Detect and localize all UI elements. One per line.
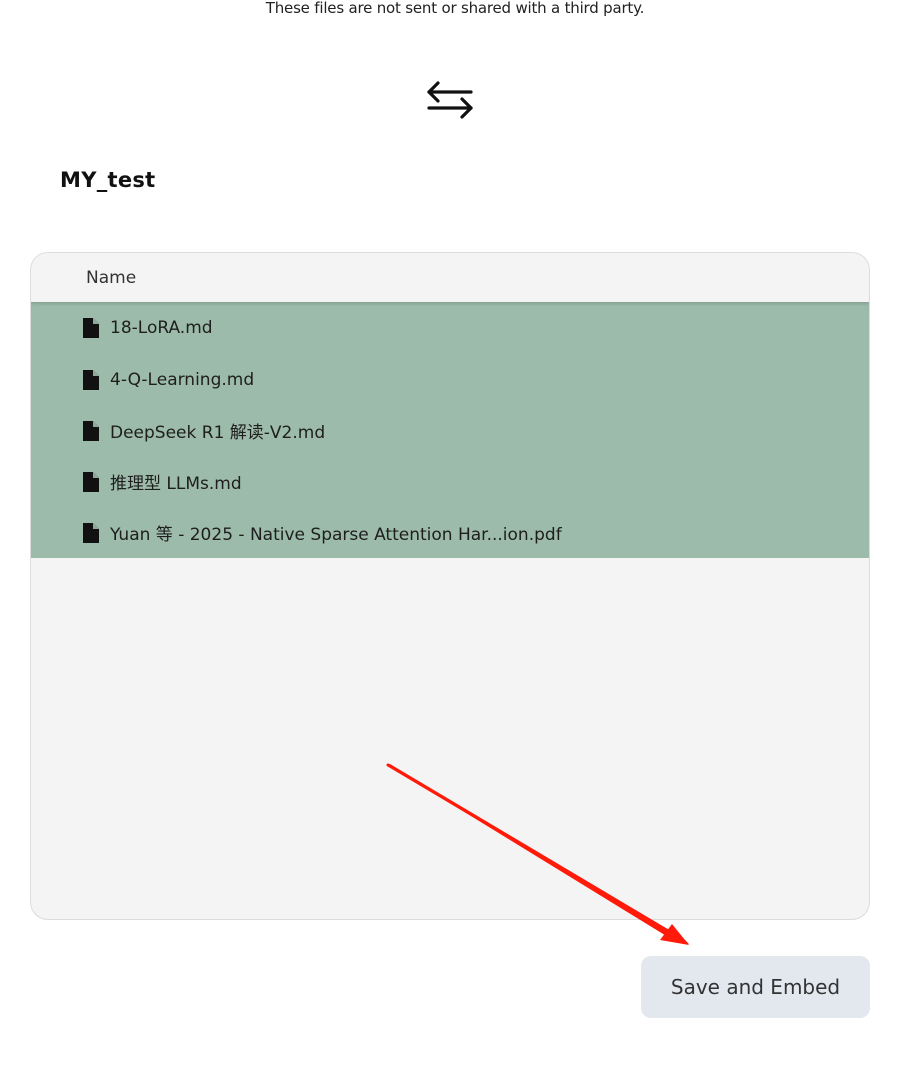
file-row[interactable]: Yuan 等 - 2025 - Native Sparse Attention … (31, 507, 869, 558)
file-name: DeepSeek R1 解读-V2.md (110, 423, 326, 443)
file-name: Yuan 等 - 2025 - Native Sparse Attention … (110, 525, 562, 545)
file-name: 推理型 LLMs.md (110, 474, 242, 494)
file-icon (83, 471, 99, 492)
file-icon (83, 420, 99, 441)
file-icon (83, 369, 99, 390)
file-name: 4-Q-Learning.md (110, 369, 255, 390)
file-row[interactable]: 推理型 LLMs.md (31, 456, 869, 507)
file-row[interactable]: 18-LoRA.md (31, 302, 869, 354)
embed-files-panel: These files are not sent or shared with … (0, 0, 910, 1065)
workspace-file-table: Name 18-LoRA.md 4-Q-Learning.md DeepSeek… (30, 252, 870, 920)
column-header-name: Name (31, 253, 869, 302)
arrows-left-right-icon[interactable] (425, 78, 475, 122)
file-list: 18-LoRA.md 4-Q-Learning.md DeepSeek R1 解… (31, 302, 869, 558)
save-and-embed-button[interactable]: Save and Embed (641, 956, 870, 1018)
file-name: 18-LoRA.md (110, 318, 213, 338)
file-icon (83, 522, 99, 543)
file-row[interactable]: DeepSeek R1 解读-V2.md (31, 405, 869, 456)
folder-title: MY_test (60, 168, 156, 192)
file-icon (83, 318, 99, 338)
privacy-note: These files are not sent or shared with … (265, 0, 645, 17)
file-row[interactable]: 4-Q-Learning.md (31, 354, 869, 405)
